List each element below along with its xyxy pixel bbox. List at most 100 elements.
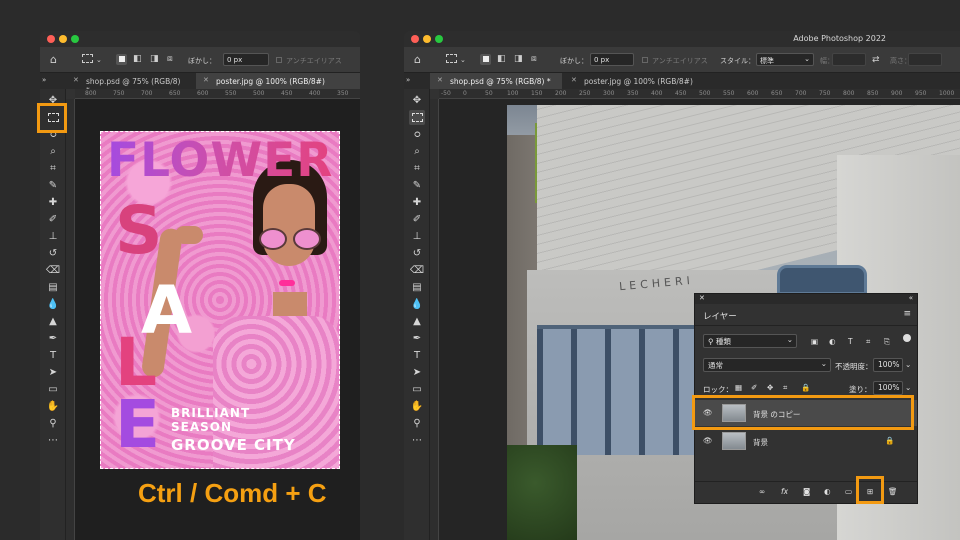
layer-filter-select[interactable]: ⚲ 種類 ⌄ (703, 334, 797, 348)
filter-pixel-icon[interactable]: ▣ (811, 337, 818, 346)
zoom-window-button[interactable] (71, 35, 79, 43)
hand-tool-icon[interactable]: ✋ (45, 399, 61, 414)
clone-stamp-tool-icon[interactable]: ⊥ (409, 229, 425, 244)
type-tool-icon[interactable]: T (45, 348, 61, 363)
panel-menu-icon[interactable]: ≡ (903, 309, 911, 319)
path-selection-tool-icon[interactable]: ➤ (45, 365, 61, 380)
antialias-checkbox[interactable] (276, 57, 282, 63)
rectangle-tool-icon[interactable]: ▭ (409, 382, 425, 397)
tab-poster-jpg[interactable]: ✕ poster.jpg @ 100% (RGB/8#) (564, 73, 728, 89)
brush-tool-icon[interactable]: ✐ (45, 212, 61, 227)
visibility-eye-icon[interactable]: 👁 (703, 436, 713, 445)
filter-adjustment-icon[interactable]: ◐ (829, 337, 836, 346)
close-tab-icon[interactable]: ✕ (571, 76, 577, 84)
filter-toggle-icon[interactable] (903, 334, 911, 342)
link-layers-icon[interactable]: ∞ (759, 487, 765, 496)
rectangle-tool-icon[interactable]: ▭ (45, 382, 61, 397)
more-tools-icon[interactable]: ⋯ (409, 433, 425, 448)
minimize-window-button[interactable] (423, 35, 431, 43)
new-selection-icon[interactable] (116, 54, 127, 65)
brush-tool-icon[interactable]: ✐ (409, 212, 425, 227)
close-tab-icon[interactable]: ✕ (73, 76, 79, 84)
crop-tool-icon[interactable]: ⌗ (409, 161, 425, 176)
chevron-down-icon[interactable]: ⌄ (905, 360, 911, 369)
tab-poster-jpg[interactable]: ✕ poster.jpg @ 100% (RGB/8#) (196, 73, 360, 89)
close-window-button[interactable] (411, 35, 419, 43)
swap-dimensions-icon[interactable]: ⇄ (872, 55, 880, 65)
pen-tool-icon[interactable]: ✒ (45, 331, 61, 346)
width-input[interactable] (832, 53, 866, 66)
move-tool-icon[interactable]: ✥ (409, 93, 425, 108)
opacity-input[interactable]: 100% (873, 358, 903, 372)
tab-shop-psd[interactable]: ✕ shop.psd @ 75% (RGB/8) * (430, 73, 562, 89)
layers-tab[interactable]: レイヤー (703, 310, 737, 322)
quick-selection-tool-icon[interactable]: ⌕ (45, 144, 61, 159)
blur-tool-icon[interactable]: 💧 (45, 297, 61, 312)
close-tab-icon[interactable]: ✕ (203, 76, 209, 84)
chevron-down-icon[interactable]: ⌄ (905, 383, 911, 392)
blur-tool-icon[interactable]: 💧 (409, 297, 425, 312)
fill-input[interactable]: 100% (873, 381, 903, 395)
tab-shop-psd[interactable]: ✕ shop.psd @ 75% (RGB/8) * (66, 73, 194, 95)
delete-layer-icon[interactable]: 🗑 (888, 487, 898, 496)
marquee-preset-icon[interactable] (82, 54, 93, 63)
minimize-window-button[interactable] (59, 35, 67, 43)
spot-healing-tool-icon[interactable]: ✚ (409, 195, 425, 210)
spot-healing-tool-icon[interactable]: ✚ (45, 195, 61, 210)
gradient-tool-icon[interactable]: ▤ (45, 280, 61, 295)
zoom-window-button[interactable] (435, 35, 443, 43)
pen-tool-icon[interactable]: ✒ (409, 331, 425, 346)
eyedropper-tool-icon[interactable]: ✎ (409, 178, 425, 193)
lock-all-icon[interactable]: 🔒 (801, 383, 810, 392)
close-window-button[interactable] (47, 35, 55, 43)
eyedropper-tool-icon[interactable]: ✎ (45, 178, 61, 193)
feather-input[interactable]: 0 px (590, 53, 634, 66)
adjustment-layer-icon[interactable]: ◐ (824, 487, 831, 496)
hand-tool-icon[interactable]: ✋ (409, 399, 425, 414)
filter-shape-icon[interactable]: ⌗ (866, 337, 870, 347)
filter-smart-object-icon[interactable]: ⎘ (884, 337, 890, 347)
blend-mode-select[interactable]: 通常 ⌄ (703, 358, 831, 372)
height-input[interactable] (908, 53, 942, 66)
close-panel-icon[interactable]: ✕ (699, 294, 705, 302)
close-tab-icon[interactable]: ✕ (437, 76, 443, 84)
add-selection-icon[interactable]: ◧ (133, 54, 142, 64)
quick-selection-tool-icon[interactable]: ⌕ (409, 144, 425, 159)
eraser-tool-icon[interactable]: ⌫ (45, 263, 61, 278)
clone-stamp-tool-icon[interactable]: ⊥ (45, 229, 61, 244)
style-select[interactable]: 標準 ⌄ (756, 53, 814, 66)
eraser-tool-icon[interactable]: ⌫ (409, 263, 425, 278)
dodge-tool-icon[interactable]: ▲ (45, 314, 61, 329)
filter-type-icon[interactable]: T (848, 337, 853, 346)
new-selection-icon[interactable] (480, 54, 491, 65)
home-icon[interactable]: ⌂ (50, 54, 57, 65)
layer-row-background[interactable]: 👁 背景 🔒 (695, 428, 917, 454)
rectangular-marquee-tool-icon[interactable] (409, 110, 425, 125)
lock-pixels-icon[interactable]: ▦ (735, 383, 742, 392)
history-brush-tool-icon[interactable]: ↺ (45, 246, 61, 261)
lock-position-icon[interactable]: ✥ (767, 383, 773, 392)
history-brush-tool-icon[interactable]: ↺ (409, 246, 425, 261)
feather-input[interactable]: 0 px (223, 53, 269, 66)
zoom-tool-icon[interactable]: ⚲ (409, 416, 425, 431)
lock-image-pixels-icon[interactable]: ✐ (751, 383, 757, 392)
home-icon[interactable]: ⌂ (414, 54, 421, 65)
intersect-selection-icon[interactable]: ⧈ (531, 54, 537, 64)
path-selection-tool-icon[interactable]: ➤ (409, 365, 425, 380)
gradient-tool-icon[interactable]: ▤ (409, 280, 425, 295)
layer-style-icon[interactable]: fx (781, 487, 788, 496)
lock-artboard-icon[interactable]: ⌗ (783, 383, 787, 393)
intersect-selection-icon[interactable]: ⧈ (167, 54, 173, 64)
lasso-tool-icon[interactable]: ഠ (409, 127, 425, 142)
crop-tool-icon[interactable]: ⌗ (45, 161, 61, 176)
chevron-down-icon[interactable]: ⌄ (460, 55, 466, 65)
collapse-toolbar-icon[interactable]: » (42, 75, 46, 85)
more-tools-icon[interactable]: ⋯ (45, 433, 61, 448)
subtract-selection-icon[interactable]: ◨ (514, 54, 523, 64)
add-mask-icon[interactable]: ◙ (803, 487, 810, 496)
new-group-icon[interactable]: ▭ (845, 487, 852, 496)
add-selection-icon[interactable]: ◧ (497, 54, 506, 64)
subtract-selection-icon[interactable]: ◨ (150, 54, 159, 64)
zoom-tool-icon[interactable]: ⚲ (45, 416, 61, 431)
collapse-panel-icon[interactable]: « (909, 294, 913, 302)
